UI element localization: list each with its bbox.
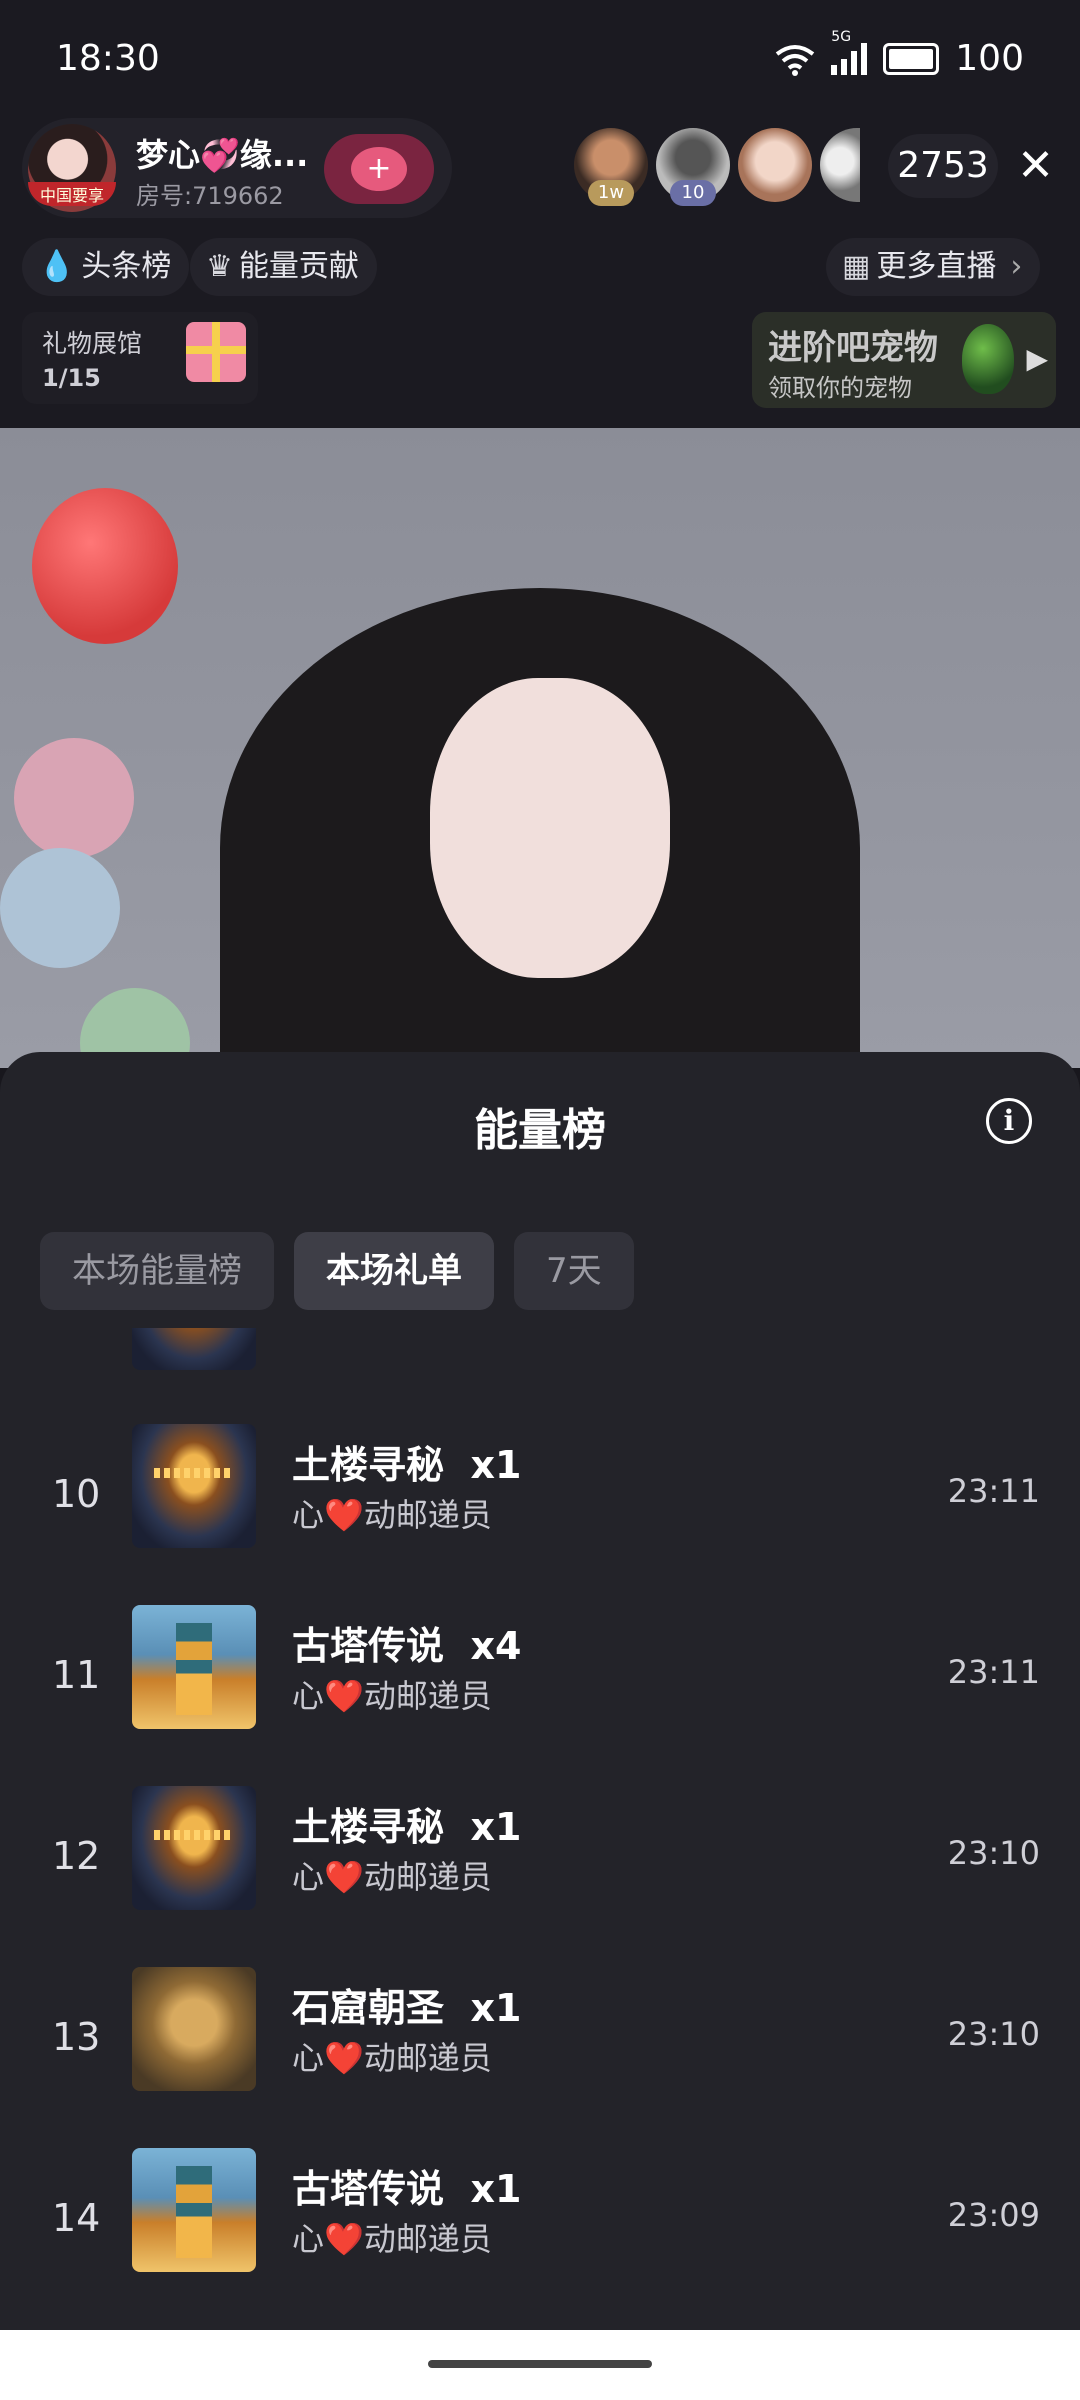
heart-icon: ❤️ bbox=[324, 2220, 364, 2258]
streamer-face bbox=[430, 678, 670, 978]
gift-time: 23:11 bbox=[947, 1472, 1040, 1510]
rank-number: 14 bbox=[52, 2196, 101, 2240]
heart-icon: ❤️ bbox=[324, 1496, 364, 1534]
gift-thumbnail bbox=[132, 2148, 256, 2272]
rank-number: 10 bbox=[52, 1472, 101, 1516]
follow-heart-icon: + bbox=[351, 147, 407, 191]
sheet-title: 能量榜 bbox=[474, 1105, 606, 1156]
home-indicator[interactable] bbox=[428, 2360, 652, 2368]
gift-time: 23:10 bbox=[947, 2015, 1040, 2053]
anchor-card[interactable]: 中国要享 梦心💞缘... 房号:719662 + bbox=[22, 118, 452, 218]
gift-name: 古塔传说 x4 bbox=[292, 1624, 522, 1668]
sender-name: 心❤️动邮递员 bbox=[292, 2220, 492, 2258]
pet-promo-banner[interactable]: 进阶吧宠物 领取你的宠物 ▶ bbox=[752, 312, 1056, 408]
gift-box-icon bbox=[186, 322, 246, 382]
wifi-icon bbox=[776, 44, 815, 76]
status-icons: 5G 100 bbox=[775, 29, 1024, 79]
live-video[interactable] bbox=[0, 428, 1080, 1068]
list-item[interactable]: 13 石窟朝圣 x1 心❤️动邮递员 23:10 bbox=[0, 1963, 1080, 2113]
list-item[interactable]: 11 古塔传说 x4 心❤️动邮递员 23:11 bbox=[0, 1601, 1080, 1751]
battery-icon bbox=[883, 42, 940, 75]
rank-number: 12 bbox=[52, 1834, 101, 1878]
sender-name: 心❤️动邮递员 bbox=[292, 2039, 492, 2077]
pet-egg-icon bbox=[962, 324, 1014, 394]
top-viewers[interactable]: 1w 10 bbox=[574, 128, 860, 206]
partial-row-thumbnail bbox=[132, 1328, 256, 1374]
follow-button[interactable]: + bbox=[324, 134, 434, 204]
gift-thumbnail bbox=[132, 1605, 256, 1729]
list-item[interactable]: 12 土楼寻秘 x1 心❤️动邮递员 23:10 bbox=[0, 1782, 1080, 1932]
list-item[interactable]: 14 古塔传说 x1 心❤️动邮递员 23:09 bbox=[0, 2144, 1080, 2294]
sender-name: 心❤️动邮递员 bbox=[292, 1858, 492, 1896]
sender-name: 心❤️动邮递员 bbox=[292, 1677, 492, 1715]
tab-7-days[interactable]: 7天 bbox=[514, 1232, 634, 1310]
ranking-tabs: 本场能量榜 本场礼单 7天 bbox=[40, 1232, 634, 1310]
balloon-image bbox=[32, 488, 178, 644]
flame-icon: 💧 bbox=[38, 249, 76, 284]
gesture-bar bbox=[0, 2330, 1080, 2400]
gift-thumbnail bbox=[132, 1786, 256, 1910]
chevron-right-icon: › bbox=[1010, 249, 1023, 284]
play-arrow-icon: ▶ bbox=[1026, 342, 1048, 375]
anchor-name: 梦心💞缘... bbox=[136, 136, 309, 174]
pet-promo-title: 进阶吧宠物 bbox=[768, 328, 938, 368]
viewer-badge: 1w bbox=[588, 180, 634, 206]
gift-hall-progress: 1/15 bbox=[42, 364, 101, 392]
viewer-avatar[interactable] bbox=[820, 128, 860, 202]
cellular-signal-icon: 5G bbox=[831, 29, 868, 75]
rank-number: 13 bbox=[52, 2015, 101, 2059]
gift-thumbnail bbox=[132, 1424, 256, 1548]
room-number: 房号:719662 bbox=[136, 182, 284, 210]
battery-level: 100 bbox=[955, 38, 1024, 79]
close-icon[interactable]: ✕ bbox=[1017, 140, 1054, 191]
viewer-avatar[interactable] bbox=[738, 128, 812, 202]
gift-thumbnail bbox=[132, 1967, 256, 2091]
tab-session-energy[interactable]: 本场能量榜 bbox=[40, 1232, 274, 1310]
gift-list[interactable]: 10 土楼寻秘 x1 心❤️动邮递员 23:11 11 古塔传说 x4 心❤️动… bbox=[0, 1328, 1080, 2328]
gift-name: 土楼寻秘 x1 bbox=[292, 1443, 522, 1487]
more-live-button[interactable]: ▦ 更多直播 › bbox=[826, 238, 1041, 296]
gift-time: 23:10 bbox=[947, 1834, 1040, 1872]
energy-contribution-label: 能量贡献 bbox=[238, 249, 359, 284]
heart-icon: ❤️ bbox=[324, 1677, 364, 1715]
gift-name: 石窟朝圣 x1 bbox=[292, 1986, 522, 2030]
viewer-avatar[interactable]: 10 bbox=[656, 128, 730, 206]
gift-time: 23:11 bbox=[947, 1653, 1040, 1691]
list-item[interactable]: 10 土楼寻秘 x1 心❤️动邮递员 23:11 bbox=[0, 1420, 1080, 1570]
gift-hall-label: 礼物展馆 bbox=[42, 329, 143, 358]
info-icon[interactable]: i bbox=[986, 1098, 1032, 1144]
status-time: 18:30 bbox=[56, 38, 160, 79]
headlines-label: 头条榜 bbox=[81, 249, 172, 284]
grid-icon: ▦ bbox=[842, 249, 871, 284]
gift-hall-card[interactable]: 礼物展馆 1/15 bbox=[22, 312, 258, 404]
gift-name: 古塔传说 x1 bbox=[292, 2167, 522, 2211]
sender-name: 心❤️动邮递员 bbox=[292, 1496, 492, 1534]
status-bar: 18:30 5G 100 bbox=[0, 0, 1080, 110]
balloon-image bbox=[14, 738, 134, 858]
gift-time: 23:09 bbox=[947, 2196, 1040, 2234]
heart-icon: ❤️ bbox=[324, 1858, 364, 1896]
network-type: 5G bbox=[831, 28, 852, 45]
heart-icon: ❤️ bbox=[324, 2039, 364, 2077]
tab-session-gift-list[interactable]: 本场礼单 bbox=[294, 1232, 494, 1310]
viewer-count[interactable]: 2753 bbox=[888, 134, 998, 198]
crown-icon: ♛ bbox=[206, 249, 233, 284]
rank-number: 11 bbox=[52, 1653, 101, 1697]
viewer-avatar[interactable]: 1w bbox=[574, 128, 648, 206]
gift-name: 土楼寻秘 x1 bbox=[292, 1805, 522, 1849]
balloon-image bbox=[0, 848, 120, 968]
more-live-label: 更多直播 bbox=[876, 249, 997, 284]
avatar-tag: 中国要享 bbox=[28, 182, 116, 206]
live-header: 18:30 5G 100 中国要享 梦心💞缘... 房号:719662 + 1w… bbox=[0, 0, 1080, 428]
pet-promo-subtitle: 领取你的宠物 bbox=[768, 374, 912, 402]
headlines-button[interactable]: 💧 头条榜 bbox=[22, 238, 190, 296]
anchor-avatar[interactable]: 中国要享 bbox=[28, 124, 116, 212]
viewer-badge: 10 bbox=[670, 180, 716, 206]
energy-contribution-button[interactable]: ♛ 能量贡献 bbox=[190, 238, 377, 296]
